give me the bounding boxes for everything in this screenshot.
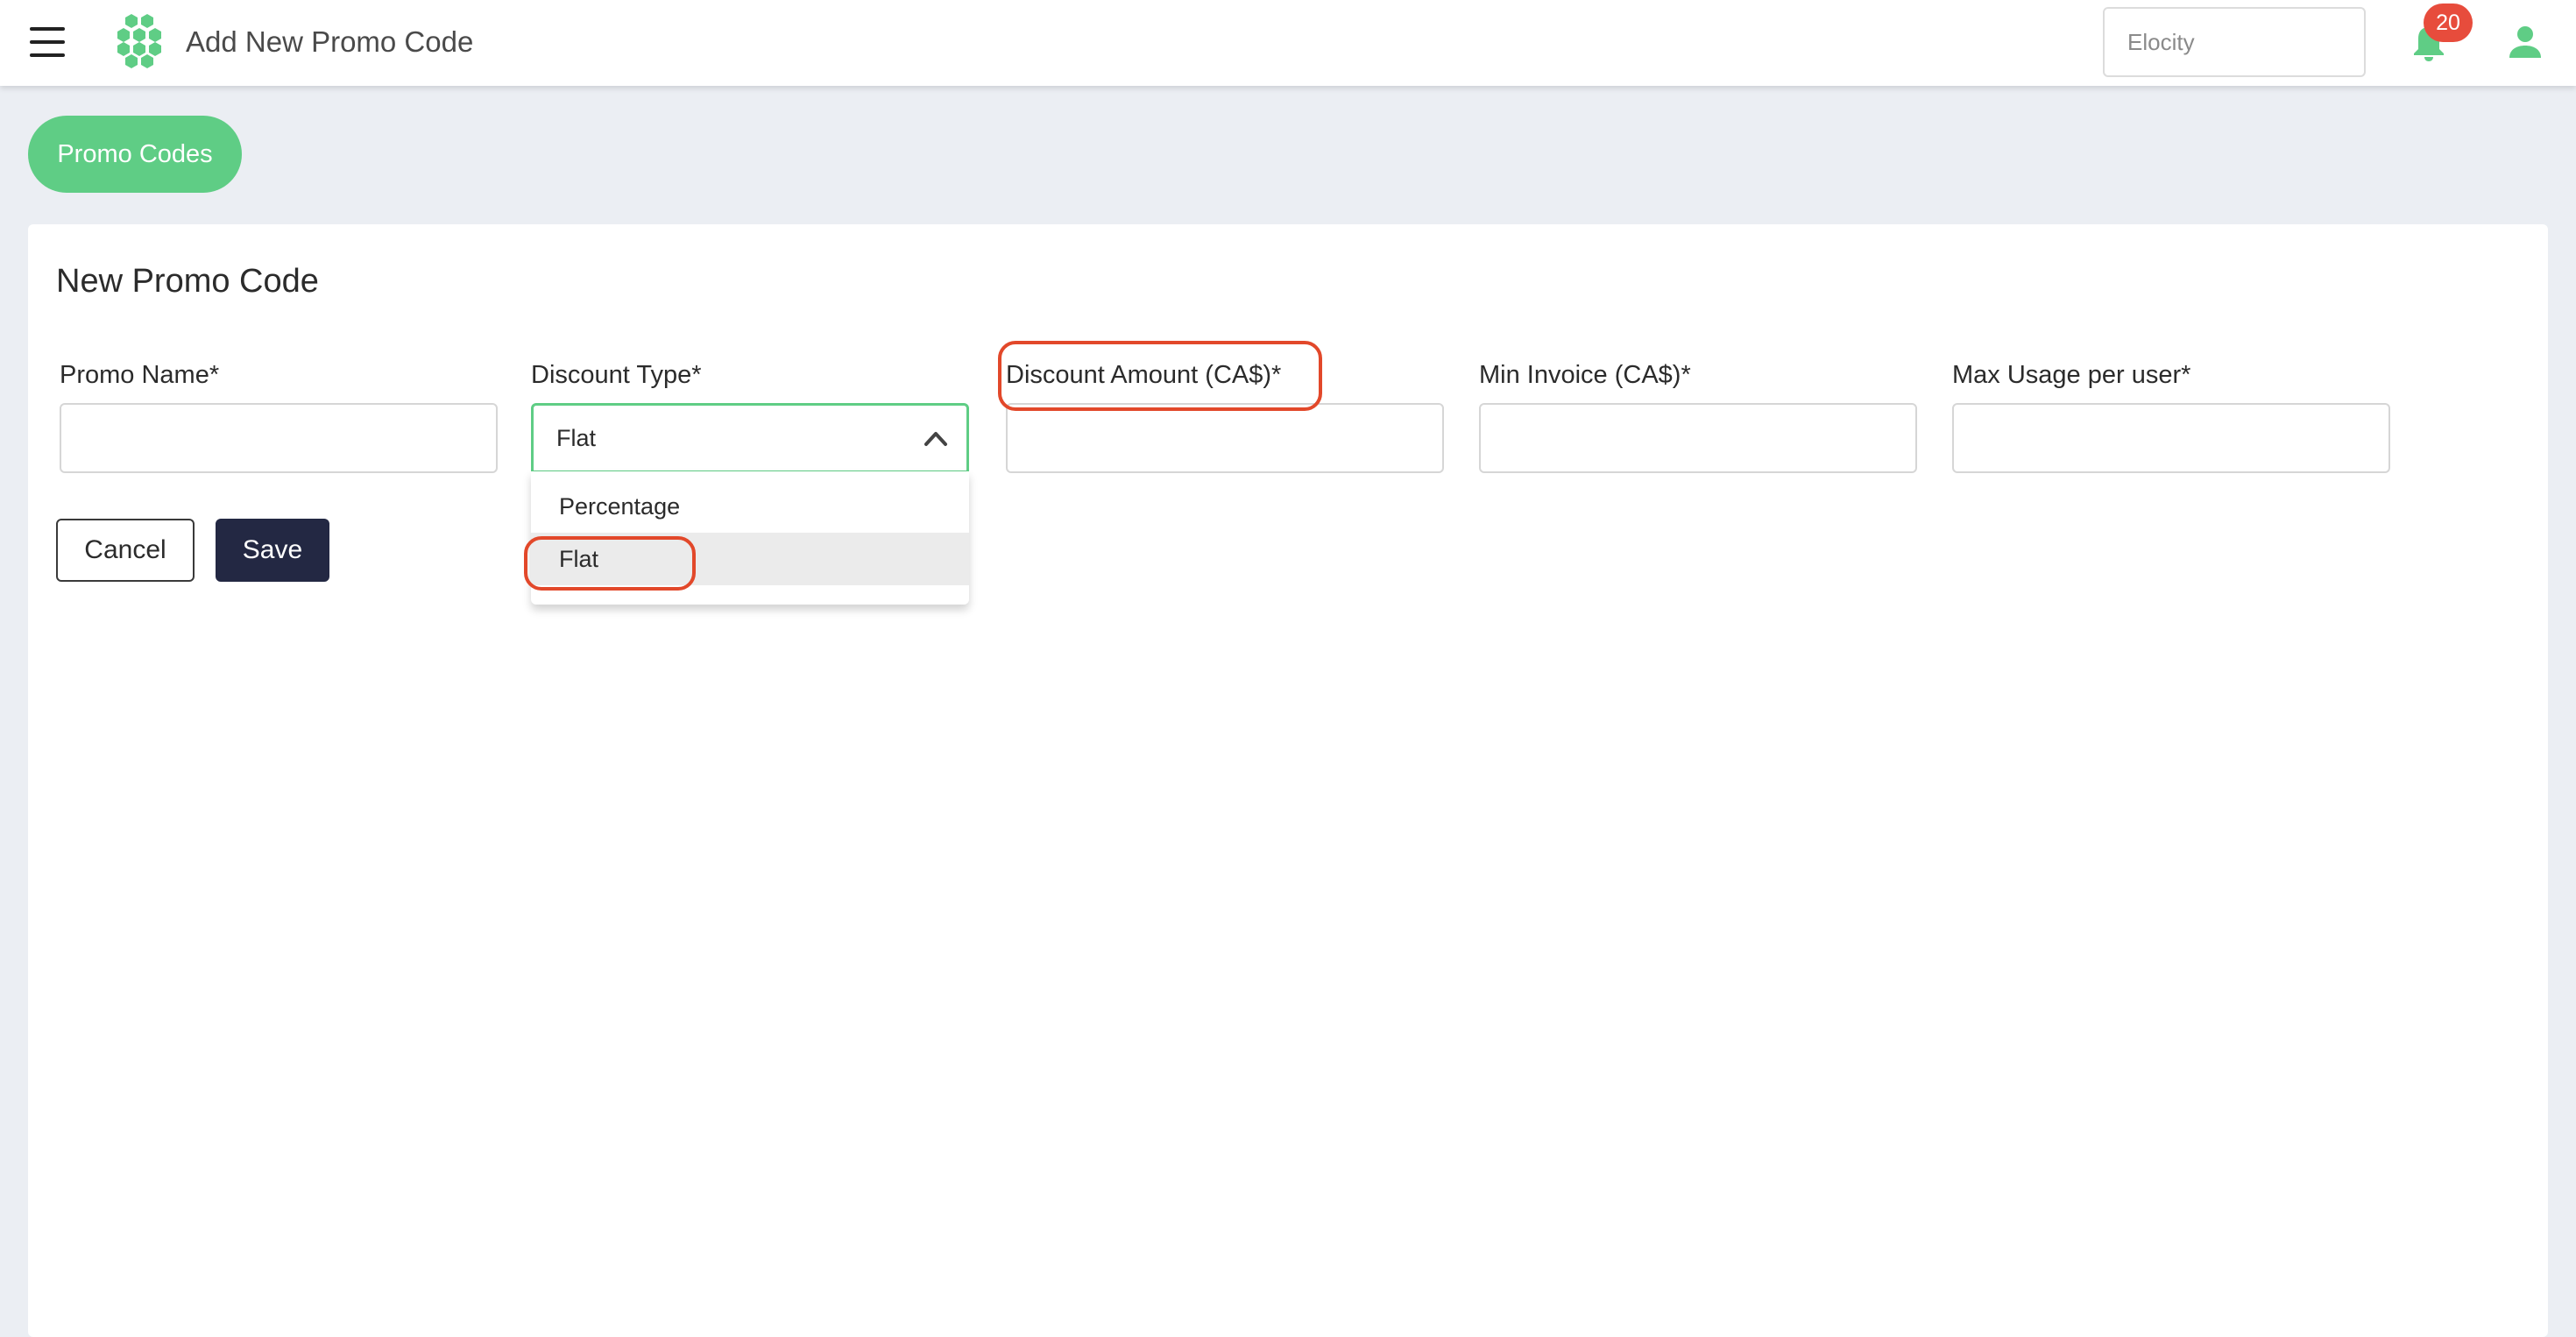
discount-type-label: Discount Type* (531, 361, 702, 389)
hexagon-cluster-logo (117, 14, 161, 68)
discount-type-field: Discount Type* Flat (531, 357, 969, 473)
save-button[interactable]: Save (216, 519, 329, 582)
discount-type-dropdown: Percentage Flat (531, 471, 969, 605)
discount-type-selected-value: Flat (556, 425, 597, 451)
min-invoice-label: Min Invoice (CA$)* (1479, 361, 1691, 389)
promo-name-input[interactable] (60, 403, 498, 473)
max-usage-label: Max Usage per user* (1952, 361, 2191, 389)
option-percentage[interactable]: Percentage (531, 480, 969, 533)
page-title: Add New Promo Code (186, 25, 474, 58)
chevron-up-icon[interactable] (923, 428, 949, 448)
site-selector[interactable]: Elocity (2103, 7, 2366, 77)
min-invoice-input[interactable] (1479, 403, 1917, 473)
top-app-bar: Add New Promo Code Elocity 20 (0, 0, 2576, 86)
discount-amount-label: Discount Amount (CA$)* (1006, 361, 1282, 389)
min-invoice-field: Min Invoice (CA$)* (1479, 357, 1917, 473)
option-flat[interactable]: Flat (531, 533, 969, 585)
discount-amount-field: Discount Amount (CA$)* (1006, 357, 1444, 473)
max-usage-field: Max Usage per user* (1952, 357, 2390, 473)
promo-name-field: Promo Name* (60, 357, 498, 473)
max-usage-input[interactable] (1952, 403, 2390, 473)
discount-amount-input[interactable] (1006, 403, 1444, 473)
form-title: New Promo Code (56, 263, 319, 300)
promo-name-label: Promo Name* (60, 361, 220, 389)
cancel-button[interactable]: Cancel (56, 519, 195, 582)
promo-codes-breadcrumb-button[interactable]: Promo Codes (28, 116, 242, 193)
notification-count-badge: 20 (2424, 4, 2473, 42)
discount-type-select[interactable]: Flat (531, 403, 969, 473)
user-icon[interactable] (2508, 25, 2543, 60)
hamburger-menu-icon[interactable] (30, 27, 65, 57)
new-promo-code-card: New Promo Code Promo Name* Discount Type… (28, 224, 2548, 1337)
